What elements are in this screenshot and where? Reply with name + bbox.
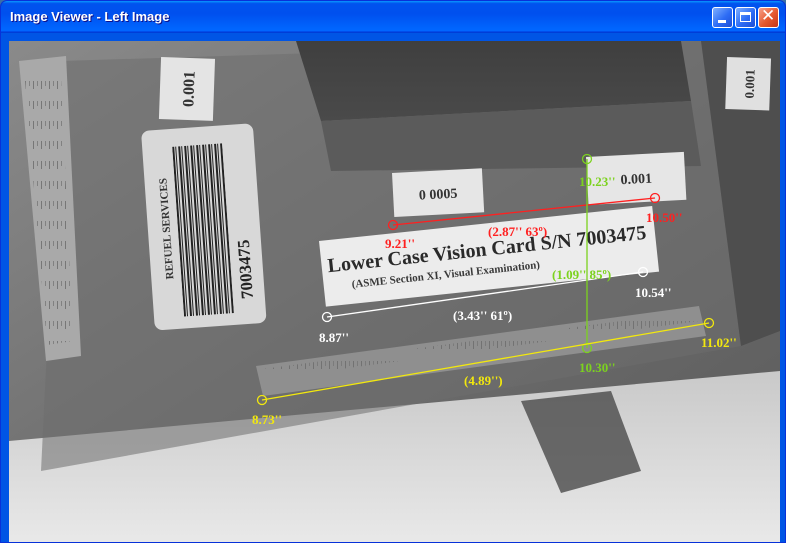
close-button[interactable]: ✕ [758,6,779,28]
yellow-end-label: 11.02'' [701,335,737,350]
image-viewer-window: Image Viewer - Left Image ✕ 0.001 0.001 … [0,0,786,543]
sticker-top: 0.001 [158,57,216,121]
white-value-label: (3.43'' 61º) [453,308,512,323]
green-bottom-label: 10.30'' [579,360,615,375]
sticker-mid-text: 0 0005 [419,187,458,204]
maximize-button[interactable] [735,7,756,28]
green-value-label: (1.09'' 85º) [552,267,611,282]
sticker-right-text: 0.001 [620,172,652,189]
red-start-label: 9.21'' [385,236,415,251]
sticker-top-text: 0.001 [180,71,198,108]
sticker-top-right: 0.001 [725,57,772,111]
sticker-mid: 0 0005 [392,168,485,217]
title-bar[interactable]: Image Viewer - Left Image ✕ [1,1,785,33]
red-end-label: 10.50'' [646,210,682,225]
minimize-icon [718,20,726,23]
photo-canvas: 0.001 0.001 REFUEL SERVICES 7003475 0 00… [9,41,780,542]
green-top-label: 10.23'' [579,174,615,189]
close-icon: ✕ [761,6,776,26]
white-start-label: 8.87'' [319,330,349,345]
image-viewport[interactable]: 0.001 0.001 REFUEL SERVICES 7003475 0 00… [9,41,780,542]
yellow-value-label: (4.89'') [464,373,503,388]
white-end-label: 10.54'' [635,285,671,300]
maximize-icon [740,12,751,22]
minimize-button[interactable] [712,7,733,28]
sticker-top-right-text: 0.001 [742,69,758,99]
red-value-label: (2.87'' 63º) [488,224,547,239]
window-title: Image Viewer - Left Image [10,9,170,24]
barcode-sticker: REFUEL SERVICES 7003475 [141,123,267,330]
yellow-start-label: 8.73'' [252,412,282,427]
